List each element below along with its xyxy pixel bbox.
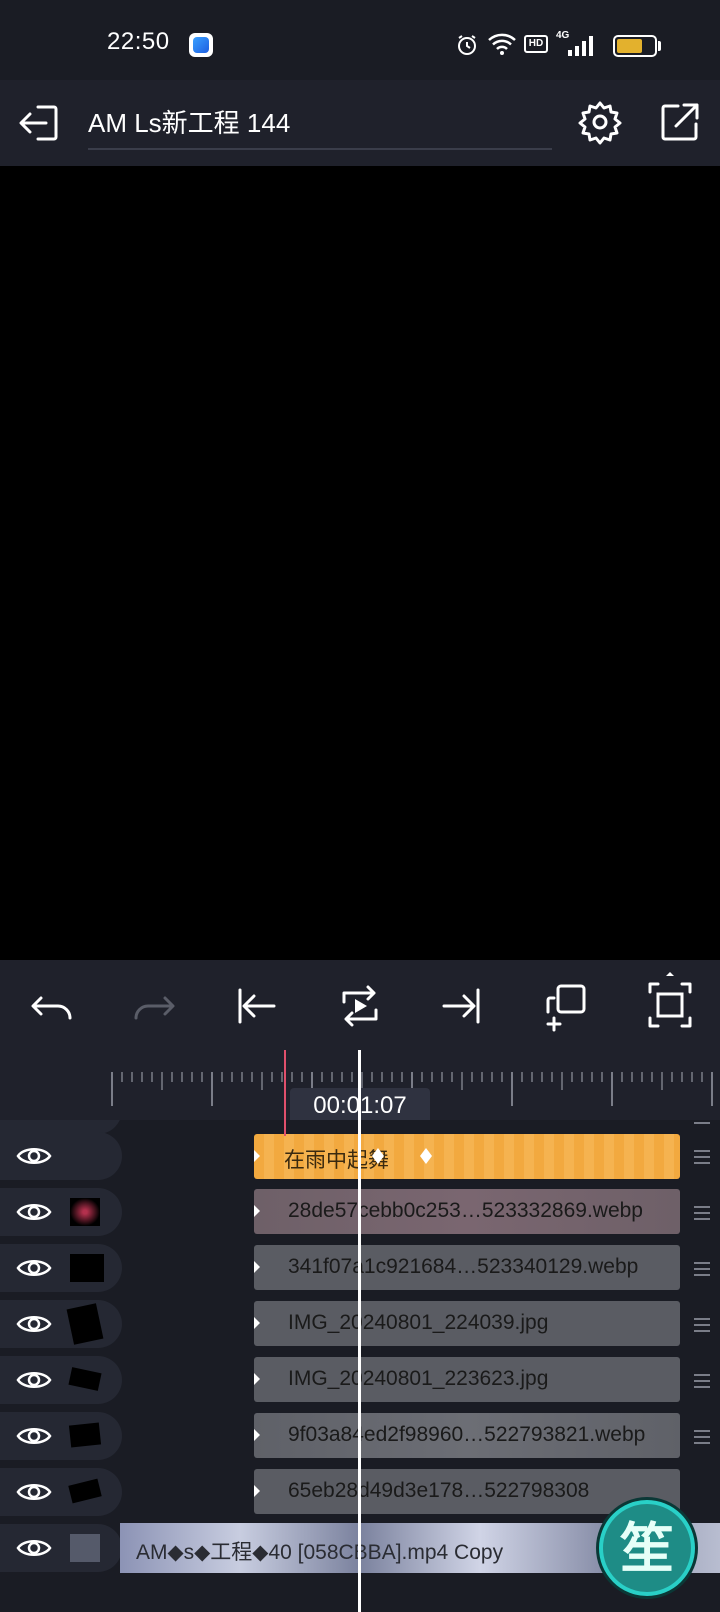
track-header	[0, 1132, 122, 1180]
duplicate-icon[interactable]	[540, 980, 592, 1032]
playback-toolbar	[0, 960, 720, 1050]
text-clip[interactable]: 在雨中起舞	[254, 1134, 680, 1179]
eye-icon[interactable]	[16, 1256, 52, 1280]
keyframe-icon	[254, 1373, 260, 1385]
eye-icon[interactable]	[16, 1368, 52, 1392]
clip-label: AM◆s◆工程◆40 [058CBBA].mp4 Copy	[136, 1541, 504, 1564]
project-title-input[interactable]: AM Ls新工程 144	[88, 106, 552, 150]
keyframe-icon	[420, 1148, 432, 1164]
eye-icon[interactable]	[16, 1480, 52, 1504]
track-thumbnail	[70, 1198, 100, 1226]
drag-handle-icon[interactable]	[694, 1430, 710, 1444]
track-header	[0, 1356, 122, 1404]
hd-icon: HD	[524, 35, 548, 53]
eye-icon[interactable]	[16, 1536, 52, 1560]
keyframe-icon	[254, 1261, 260, 1273]
clip-label: IMG_20240801_224039.jpg	[288, 1311, 549, 1334]
drag-handle-icon[interactable]	[694, 1374, 710, 1388]
keyframe-icon	[254, 1485, 260, 1497]
image-clip[interactable]: 28de57cebb0c253…523332869.webp	[254, 1189, 680, 1234]
keyframe-icon	[254, 1317, 260, 1329]
jump-start-icon[interactable]	[230, 980, 282, 1032]
track-thumbnail	[68, 1367, 102, 1391]
eye-icon[interactable]	[16, 1120, 52, 1122]
playhead[interactable]	[358, 1050, 361, 1612]
redo-icon[interactable]	[128, 980, 180, 1032]
export-icon[interactable]	[656, 98, 704, 146]
clip-label: IMG_20240801_223623.jpg	[288, 1367, 549, 1390]
eye-icon[interactable]	[16, 1312, 52, 1336]
undo-icon[interactable]	[26, 980, 78, 1032]
loop-play-icon[interactable]	[334, 980, 386, 1032]
drag-handle-icon[interactable]	[694, 1318, 710, 1332]
video-preview[interactable]	[0, 166, 720, 960]
keyframe-icon	[254, 1205, 260, 1217]
drag-handle-icon[interactable]	[694, 1120, 710, 1124]
track-thumbnail	[70, 1142, 100, 1170]
gear-icon[interactable]	[576, 98, 624, 146]
drag-handle-icon[interactable]	[694, 1150, 710, 1164]
eye-icon[interactable]	[16, 1200, 52, 1224]
track-thumbnail	[70, 1254, 104, 1282]
wifi-icon	[488, 33, 516, 55]
eye-icon[interactable]	[16, 1424, 52, 1448]
back-exit-icon[interactable]	[16, 99, 64, 147]
app-notification-icon	[189, 33, 213, 57]
track-thumbnail	[68, 1422, 102, 1448]
eye-icon[interactable]	[16, 1144, 52, 1168]
alarm-icon	[458, 35, 476, 55]
keyframe-icon	[254, 1429, 260, 1441]
track-header	[0, 1468, 122, 1516]
keyframe-icon	[372, 1148, 384, 1164]
track-header	[0, 1188, 122, 1236]
clip-label: 65eb28d49d3e178…522798308	[288, 1479, 590, 1502]
signal-icon	[568, 36, 593, 56]
image-clip[interactable]: 341f07a1c921684…523340129.webp	[254, 1245, 680, 1290]
project-header: AM Ls新工程 144	[0, 80, 720, 166]
keyframe-icon	[254, 1150, 260, 1162]
start-marker	[284, 1050, 286, 1136]
battery-level	[617, 39, 643, 53]
image-clip[interactable]: IMG_20240801_223623.jpg	[254, 1357, 680, 1402]
track-thumbnail	[68, 1478, 102, 1504]
battery-icon	[613, 35, 657, 57]
clip-label: 9f03a84ed2f98960…522793821.webp	[288, 1423, 646, 1446]
drag-handle-icon[interactable]	[694, 1206, 710, 1220]
image-clip[interactable]: IMG_20240801_224039.jpg	[254, 1301, 680, 1346]
track-thumbnail	[70, 1534, 100, 1562]
battery-tip	[658, 41, 661, 51]
track-header	[0, 1300, 122, 1348]
fab-label: 笙	[620, 1516, 674, 1580]
drag-handle-icon[interactable]	[694, 1262, 710, 1276]
clip-label: 341f07a1c921684…523340129.webp	[288, 1255, 639, 1278]
image-clip[interactable]: 9f03a84ed2f98960…522793821.webp	[254, 1413, 680, 1458]
track-header	[0, 1412, 122, 1460]
status-time: 22:50	[107, 28, 170, 55]
floating-assistant-button[interactable]: 笙	[599, 1500, 695, 1596]
status-bar: 22:50 HD 4G	[0, 0, 720, 80]
fullscreen-icon[interactable]	[644, 970, 696, 1034]
track-header	[0, 1244, 122, 1292]
track-thumbnail	[66, 1303, 104, 1345]
track-header	[0, 1524, 122, 1572]
jump-end-icon[interactable]	[436, 980, 488, 1032]
clip-label: 28de57cebb0c253…523332869.webp	[288, 1199, 643, 1222]
